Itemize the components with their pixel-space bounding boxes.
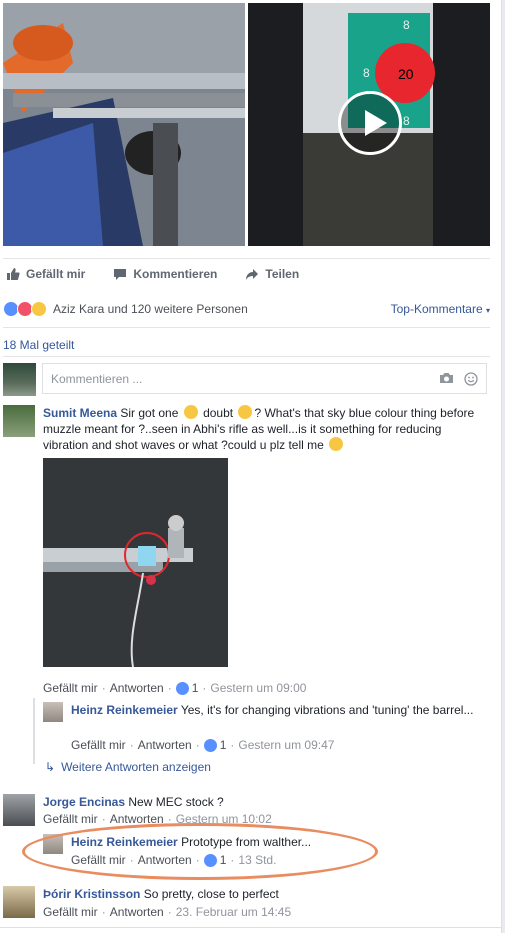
like-count[interactable]: 1 bbox=[220, 738, 227, 752]
comment-body: Þórir Kristinsson So pretty, close to pe… bbox=[43, 887, 279, 901]
comment-author[interactable]: Þórir Kristinsson bbox=[43, 887, 140, 901]
avatar[interactable] bbox=[43, 702, 63, 722]
comment-label: Kommentieren bbox=[133, 267, 218, 281]
reply-body: Heinz Reinkemeier Prototype from walther… bbox=[71, 835, 312, 849]
rifle-muzzle-illustration bbox=[43, 458, 228, 667]
play-button[interactable] bbox=[338, 91, 402, 155]
like-badge-icon[interactable] bbox=[203, 738, 217, 752]
reply-meta: Gefällt mir · Antworten · 1 · 13 Std. bbox=[71, 853, 277, 867]
like-badge-icon[interactable] bbox=[203, 853, 217, 867]
comment-timestamp[interactable]: Gestern um 09:00 bbox=[210, 681, 306, 695]
shares-link[interactable]: 18 Mal geteilt bbox=[3, 338, 74, 352]
comment-composer bbox=[42, 363, 487, 394]
comment-button[interactable]: Kommentieren bbox=[113, 267, 217, 281]
like-label: Gefällt mir bbox=[26, 267, 86, 281]
current-user-avatar[interactable] bbox=[3, 363, 36, 396]
comment-photo[interactable] bbox=[43, 458, 228, 667]
svg-text:8: 8 bbox=[363, 66, 370, 80]
post-card: 20 8 8 8 Gefällt mir Kommentieren Teilen bbox=[0, 0, 502, 933]
avatar[interactable] bbox=[3, 886, 35, 918]
reply-body: Heinz Reinkemeier Yes, it's for changing… bbox=[71, 703, 474, 717]
emoji-icon[interactable] bbox=[464, 372, 478, 386]
comment-body: Sumit Meena Sir got one doubt ? What's t… bbox=[43, 405, 475, 452]
smile-emoji-icon bbox=[329, 437, 344, 451]
composer-icons bbox=[439, 372, 478, 386]
comment-input[interactable] bbox=[49, 364, 413, 393]
reply-arrow-icon: ↳ bbox=[45, 760, 56, 774]
reply-like-link[interactable]: Gefällt mir bbox=[71, 738, 126, 752]
comment-author[interactable]: Jorge Encinas bbox=[43, 795, 125, 809]
thumbs-up-icon bbox=[7, 268, 20, 280]
reply-reply-link[interactable]: Antworten bbox=[138, 853, 192, 867]
share-label: Teilen bbox=[265, 267, 300, 281]
shooter-illustration bbox=[3, 3, 245, 246]
share-icon bbox=[246, 268, 259, 280]
like-count[interactable]: 1 bbox=[192, 681, 199, 695]
comment-timestamp[interactable]: 23. Februar um 14:45 bbox=[176, 905, 291, 919]
reply-meta: Gefällt mir · Antworten · 1 · Gestern um 09… bbox=[71, 738, 335, 752]
comment-like-link[interactable]: Gefällt mir bbox=[43, 905, 98, 919]
avatar[interactable] bbox=[3, 794, 35, 826]
comment-icon bbox=[114, 268, 127, 280]
reply-timestamp[interactable]: Gestern um 09:47 bbox=[238, 738, 334, 752]
comment-meta: Gefällt mir · Antworten · 1 · Gestern um 09… bbox=[43, 681, 307, 695]
comment-author[interactable]: Sumit Meena bbox=[43, 406, 117, 420]
chevron-down-icon: ▾ bbox=[485, 306, 490, 315]
svg-text:8: 8 bbox=[403, 18, 410, 32]
video-target[interactable]: 20 8 8 8 bbox=[248, 3, 490, 246]
target-score: 20 bbox=[398, 66, 414, 82]
reply-author[interactable]: Heinz Reinkemeier bbox=[71, 703, 178, 717]
reply-reply-link[interactable]: Antworten bbox=[138, 738, 192, 752]
share-button[interactable]: Teilen bbox=[245, 267, 299, 281]
reply-timestamp[interactable]: 13 Std. bbox=[238, 853, 276, 867]
comment-sort-dropdown[interactable]: Top-Kommentare ▾ bbox=[391, 302, 490, 316]
comment-body: Jorge Encinas New MEC stock ? bbox=[43, 795, 224, 809]
like-count[interactable]: 1 bbox=[220, 853, 227, 867]
like-button[interactable]: Gefällt mir bbox=[6, 267, 85, 281]
comment-meta: Gefällt mir · Antworten · 23. Februar um 1… bbox=[43, 905, 292, 919]
comment-reply-link[interactable]: Antworten bbox=[110, 905, 164, 919]
comment-like-link[interactable]: Gefällt mir bbox=[43, 812, 98, 826]
divider bbox=[3, 356, 490, 357]
divider bbox=[0, 927, 501, 928]
highlight-ellipse bbox=[22, 823, 378, 880]
post-actions: Gefällt mir Kommentieren Teilen bbox=[3, 258, 490, 289]
svg-text:8: 8 bbox=[403, 114, 410, 128]
comment-reply-link[interactable]: Antworten bbox=[110, 681, 164, 695]
pointing-finger-emoji-icon bbox=[183, 405, 198, 419]
comment-reply-link[interactable]: Antworten bbox=[110, 812, 164, 826]
post-media: 20 8 8 8 bbox=[3, 3, 490, 246]
avatar[interactable] bbox=[43, 834, 63, 854]
reactions-bar: Aziz Kara und 120 weitere Personen Top-K… bbox=[3, 296, 490, 322]
reply-thread-line bbox=[33, 698, 35, 764]
like-badge-icon[interactable] bbox=[175, 681, 189, 695]
wow-reaction-icon[interactable] bbox=[31, 301, 47, 317]
camera-icon[interactable] bbox=[439, 372, 454, 384]
comment-like-link[interactable]: Gefällt mir bbox=[43, 681, 98, 695]
top-comments-label: Top-Kommentare bbox=[390, 302, 483, 316]
reply-like-link[interactable]: Gefällt mir bbox=[71, 853, 126, 867]
more-replies-link[interactable]: ↳ Weitere Antworten anzeigen bbox=[45, 760, 211, 774]
avatar[interactable] bbox=[3, 405, 35, 437]
reply-author[interactable]: Heinz Reinkemeier bbox=[71, 835, 178, 849]
comment-timestamp[interactable]: Gestern um 10:02 bbox=[176, 812, 272, 826]
thinking-emoji-icon bbox=[238, 405, 253, 419]
photo-shooter[interactable] bbox=[3, 3, 245, 246]
divider bbox=[3, 327, 490, 328]
reactors-link[interactable]: Aziz Kara und 120 weitere Personen bbox=[53, 302, 248, 316]
comment-meta: Gefällt mir · Antworten · Gestern um 10:02 bbox=[43, 812, 272, 826]
